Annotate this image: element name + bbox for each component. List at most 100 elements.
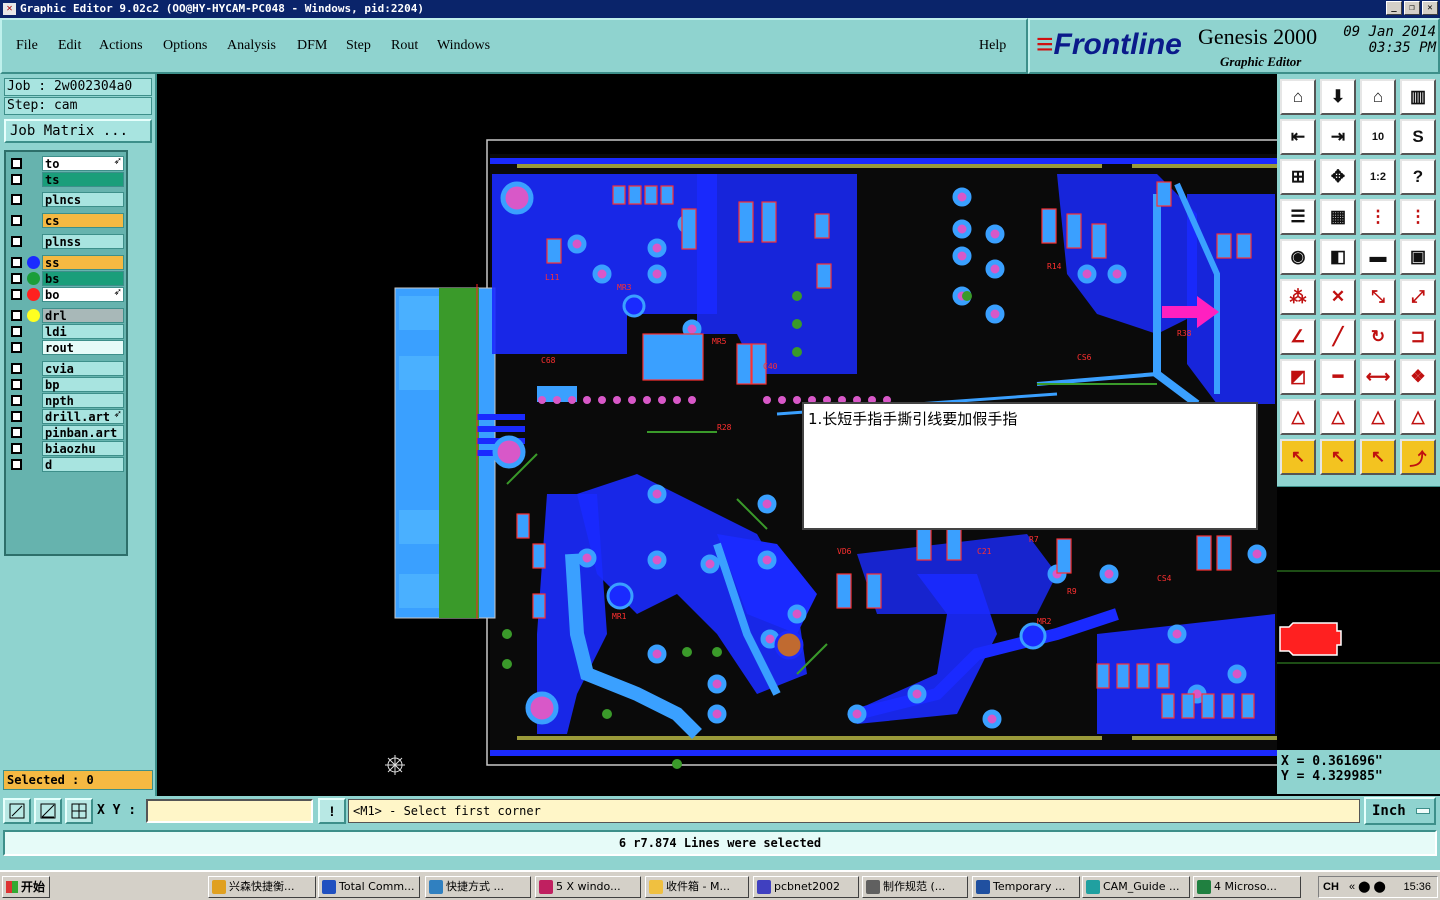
layer-checkbox[interactable] — [11, 174, 22, 185]
house-button[interactable]: ⌂ — [1360, 79, 1396, 115]
ten-button[interactable]: 10 — [1360, 119, 1396, 155]
layer-name[interactable]: bo — [42, 287, 124, 302]
job-matrix-button[interactable]: Job Matrix ... — [4, 119, 152, 143]
taskbar-item[interactable]: Total Comm... — [318, 876, 420, 898]
minus-button[interactable]: ━ — [1320, 359, 1356, 395]
layer-name[interactable]: cvia — [42, 361, 124, 376]
help-button[interactable]: ? — [1400, 159, 1436, 195]
taskbar-item[interactable]: 制作规范 (... — [862, 876, 968, 898]
settings-button[interactable]: ☰ — [1280, 199, 1316, 235]
layer-row-drill-art[interactable]: drill.art ➶ — [6, 409, 126, 424]
start-button[interactable]: 开始 — [2, 876, 50, 898]
layer-name[interactable]: ss — [42, 255, 124, 270]
layer-checkbox[interactable] — [11, 443, 22, 454]
mini-view[interactable] — [1277, 486, 1440, 750]
group-button[interactable]: ❖ — [1400, 359, 1436, 395]
cross-button[interactable]: ✕ — [1320, 279, 1356, 315]
menu-file[interactable]: File — [16, 38, 38, 54]
exit-button[interactable]: ⇤ — [1280, 119, 1316, 155]
pointer-button[interactable]: ↖ — [1280, 439, 1316, 475]
line-button[interactable]: ╱ — [1320, 319, 1356, 355]
snap-grid-button[interactable] — [65, 798, 93, 824]
layer-name[interactable]: ldi — [42, 324, 124, 339]
layer-row-pinban-art[interactable]: pinban.art — [6, 425, 126, 440]
layer-checkbox[interactable] — [11, 379, 22, 390]
layer-name[interactable]: cs — [42, 213, 124, 228]
layer-name[interactable]: ts — [42, 172, 124, 187]
layers-red2-button[interactable]: ⋮ — [1400, 199, 1436, 235]
node-button[interactable]: ⁂ — [1280, 279, 1316, 315]
layer-row-biaozhu[interactable]: biaozhu — [6, 441, 126, 456]
one-to-one-button[interactable]: 1:2 — [1360, 159, 1396, 195]
arc-button[interactable]: ↻ — [1360, 319, 1396, 355]
layer-row-bp[interactable]: bp — [6, 377, 126, 392]
layer-row-npth[interactable]: npth — [6, 393, 126, 408]
menu-dfm[interactable]: DFM — [297, 38, 327, 54]
language-indicator[interactable]: CH — [1323, 877, 1339, 897]
layer-checkbox[interactable] — [11, 395, 22, 406]
layer-row-ldi[interactable]: ldi — [6, 324, 126, 339]
center-button[interactable]: ✥ — [1320, 159, 1356, 195]
taskbar-item[interactable]: Temporary ... — [972, 876, 1080, 898]
taskbar-item[interactable]: 收件箱 - M... — [645, 876, 749, 898]
info-button[interactable]: ! — [318, 798, 346, 824]
taskbar-item[interactable]: pcbnet2002 — [753, 876, 859, 898]
layer-name[interactable]: bp — [42, 377, 124, 392]
menu-rout[interactable]: Rout — [391, 38, 418, 54]
layer-checkbox[interactable] — [11, 273, 22, 284]
layers-red-button[interactable]: ⋮ — [1360, 199, 1396, 235]
home-button[interactable]: ⌂ — [1280, 79, 1316, 115]
layer-name[interactable]: to — [42, 156, 124, 171]
layer-name[interactable]: bs — [42, 271, 124, 286]
pointer4-button[interactable]: ⤴ — [1400, 439, 1436, 475]
layer-row-bo[interactable]: bo ➶ — [6, 287, 126, 302]
layer-row-d[interactable]: d — [6, 457, 126, 472]
layer-checkbox[interactable] — [11, 310, 22, 321]
layer-checkbox[interactable] — [11, 158, 22, 169]
pointer2-button[interactable]: ↖ — [1320, 439, 1356, 475]
fit-button[interactable]: ⊞ — [1280, 159, 1316, 195]
layer-checkbox[interactable] — [11, 215, 22, 226]
layer-name[interactable]: plnss — [42, 234, 124, 249]
pad-button[interactable]: ◩ — [1280, 359, 1316, 395]
measure-button[interactable] — [34, 798, 62, 824]
layer-name[interactable]: rout — [42, 340, 124, 355]
triangle4-button[interactable]: △ — [1400, 399, 1436, 435]
window-button[interactable]: ▥ — [1400, 79, 1436, 115]
layer-name[interactable]: plncs — [42, 192, 124, 207]
taskbar-item[interactable]: 快捷方式 ... — [425, 876, 531, 898]
camera-button[interactable]: ◉ — [1280, 239, 1316, 275]
layer-name[interactable]: d — [42, 457, 124, 472]
step-button[interactable]: ⊐ — [1400, 319, 1436, 355]
unit-selector[interactable]: Inch — [1364, 797, 1436, 825]
layer-checkbox[interactable] — [11, 411, 22, 422]
connect2-button[interactable]: ⤢ — [1400, 279, 1436, 315]
menu-actions[interactable]: Actions — [99, 38, 143, 54]
menu-analysis[interactable]: Analysis — [227, 38, 276, 54]
measure-button[interactable]: ⟷ — [1360, 359, 1396, 395]
zoom-window-button[interactable] — [3, 798, 31, 824]
triangle-button[interactable]: △ — [1280, 399, 1316, 435]
graphic-canvas[interactable]: L11 C68 MR3 C40 CS6 C21 R7 CS4 MR2 MR1 VD6 R9 R38… — [157, 74, 1277, 796]
layer-name[interactable]: drill.art — [42, 409, 124, 424]
layer-row-plnss[interactable]: plnss — [6, 234, 126, 249]
pointer3-button[interactable]: ↖ — [1360, 439, 1396, 475]
frame-button[interactable]: ▣ — [1400, 239, 1436, 275]
menu-help[interactable]: Help — [979, 38, 1006, 54]
layer-row-ss[interactable]: ss — [6, 255, 126, 270]
layer-checkbox[interactable] — [11, 363, 22, 374]
layer-name[interactable]: pinban.art — [42, 425, 124, 440]
layer-checkbox[interactable] — [11, 289, 22, 300]
minimize-button[interactable]: _ — [1386, 1, 1402, 15]
layer-name[interactable]: npth — [42, 393, 124, 408]
layer-checkbox[interactable] — [11, 257, 22, 268]
layer-checkbox[interactable] — [11, 326, 22, 337]
save-button[interactable]: ⬇ — [1320, 79, 1356, 115]
layer-checkbox[interactable] — [11, 427, 22, 438]
layer-row-bs[interactable]: bs — [6, 271, 126, 286]
menu-options[interactable]: Options — [163, 38, 207, 54]
layer-row-plncs[interactable]: plncs — [6, 192, 126, 207]
layer-row-cvia[interactable]: cvia — [6, 361, 126, 376]
layer-name[interactable]: biaozhu — [42, 441, 124, 456]
layer-row-rout[interactable]: rout — [6, 340, 126, 355]
